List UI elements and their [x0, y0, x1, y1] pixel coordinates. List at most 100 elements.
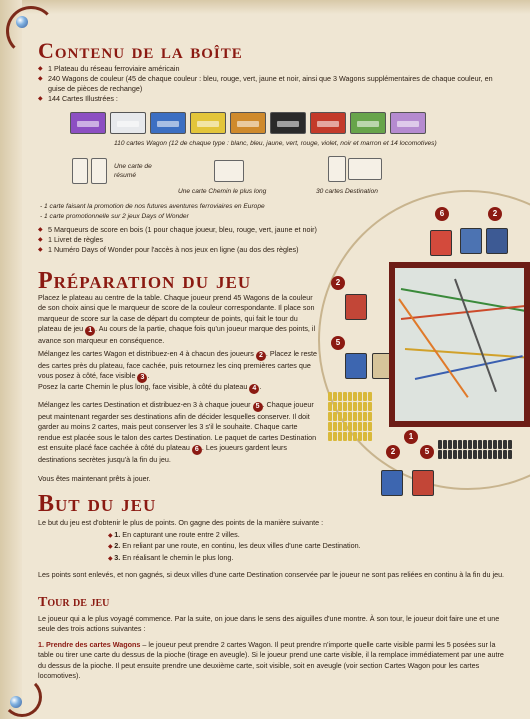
section-title-tour: Tour de jeu	[38, 595, 110, 610]
wagon-card	[150, 112, 186, 134]
marker-5: 5	[420, 445, 434, 459]
train-piece	[333, 422, 337, 431]
train-piece	[453, 450, 457, 459]
train-piece	[368, 432, 372, 441]
prep-paragraph-1: Placez le plateau au centre de la table.…	[38, 293, 318, 347]
train-piece	[353, 432, 357, 441]
wagon-card	[110, 112, 146, 134]
marker-6: 6	[435, 207, 449, 221]
top-border	[0, 0, 530, 14]
train-piece	[363, 392, 367, 401]
train-piece	[493, 440, 497, 449]
longest-path-card-image	[214, 160, 244, 182]
marker-5: 5	[331, 336, 345, 350]
train-piece	[458, 440, 462, 449]
summary-card-image	[72, 158, 88, 184]
marker-2: 2	[386, 445, 400, 459]
list-item: 1 Livret de règles	[38, 235, 338, 245]
text: Posez la carte Chemin le plus long, face…	[38, 382, 248, 391]
player-cards	[345, 353, 367, 379]
train-piece	[483, 450, 487, 459]
train-piece	[348, 402, 352, 411]
train-piece	[343, 432, 347, 441]
prep-paragraph-5: Vous êtes maintenant prêts à jouer.	[38, 474, 151, 483]
longest-path-label: Une carte Chemin le plus long	[178, 188, 267, 195]
tour-paragraph-1: Le joueur qui a le plus voyagé commence.…	[38, 614, 500, 634]
text: En capturant une route entre 2 villes.	[120, 530, 240, 539]
train-piece	[448, 450, 452, 459]
train-piece	[353, 392, 357, 401]
destination-label: 30 cartes Destination	[316, 188, 378, 195]
rulebook-page: Contenu de la boîte 1 Plateau du réseau …	[0, 0, 530, 719]
train-piece	[478, 450, 482, 459]
train-piece	[483, 440, 487, 449]
train-piece	[368, 402, 372, 411]
left-border	[0, 0, 22, 719]
train-piece	[363, 412, 367, 421]
destination-deck	[430, 230, 452, 256]
cards-caption: 110 cartes Wagon (12 de chaque type : bl…	[114, 140, 437, 147]
marker-2: 2	[331, 276, 345, 290]
wagon-card	[270, 112, 306, 134]
train-piece	[438, 450, 442, 459]
train-piece	[333, 392, 337, 401]
list-item: 2. En reliant par une route, en continu,…	[108, 541, 360, 552]
train-piece	[343, 402, 347, 411]
train-piece	[473, 450, 477, 459]
train-piece	[443, 440, 447, 449]
train-piece	[363, 432, 367, 441]
goal-intro: Le but du jeu est d'obtenir le plus de p…	[38, 518, 324, 527]
wagon-card	[350, 112, 386, 134]
train-piece	[488, 440, 492, 449]
train-piece	[478, 440, 482, 449]
marker-2: 2	[488, 207, 502, 221]
train-piece	[328, 412, 332, 421]
section-title-contenu: Contenu de la boîte	[38, 38, 243, 63]
list-item: 5 Marqueurs de score en bois (1 pour cha…	[38, 225, 338, 235]
train-piece	[338, 422, 342, 431]
train-piece	[493, 450, 497, 459]
action-label: 1. Prendre des cartes Wagons	[38, 640, 141, 649]
train-piece	[468, 450, 472, 459]
contents-list: 1 Plateau du réseau ferroviaire américai…	[38, 64, 508, 104]
train-piece	[343, 412, 347, 421]
prep-paragraph-3: Posez la carte Chemin le plus long, face…	[38, 382, 262, 394]
destination-card-image	[348, 158, 382, 180]
list-item: 1. En capturant une route entre 2 villes…	[108, 530, 361, 541]
train-piece	[453, 440, 457, 449]
train-piece	[333, 432, 337, 441]
train-piece	[368, 422, 372, 431]
wagon-card	[390, 112, 426, 134]
train-piece	[358, 432, 362, 441]
train-piece	[328, 392, 332, 401]
train-piece	[358, 412, 362, 421]
train-piece	[468, 440, 472, 449]
goal-outro: Les points sont enlevés, et non gagnés, …	[38, 570, 505, 579]
train-piece	[343, 422, 347, 431]
train-piece	[328, 402, 332, 411]
summary-card-image	[91, 158, 107, 184]
train-piece	[353, 422, 357, 431]
wagon-card	[70, 112, 106, 134]
text: Mélangez les cartes Destination et distr…	[38, 400, 251, 409]
prep-paragraph-2: Mélangez les cartes Wagon et distribuez-…	[38, 349, 318, 384]
wagon-deck	[486, 228, 508, 254]
train-piece	[443, 450, 447, 459]
player-cards	[381, 470, 403, 496]
train-piece	[338, 432, 342, 441]
train-piece	[328, 422, 332, 431]
contents-list-2: 5 Marqueurs de score en bois (1 pour cha…	[38, 225, 338, 255]
train-piece	[353, 412, 357, 421]
marker-1: 1	[404, 430, 418, 444]
train-piece	[503, 440, 507, 449]
train-piece	[358, 392, 362, 401]
section-title-preparation: Préparation du jeu	[38, 268, 252, 294]
train-piece	[348, 412, 352, 421]
train-piece	[458, 450, 462, 459]
train-piece	[328, 432, 332, 441]
gem-icon	[16, 16, 28, 28]
train-piece	[348, 422, 352, 431]
train-piece	[343, 392, 347, 401]
marker-4: 4	[249, 384, 260, 394]
ornament-bottom-left-icon	[2, 677, 42, 717]
